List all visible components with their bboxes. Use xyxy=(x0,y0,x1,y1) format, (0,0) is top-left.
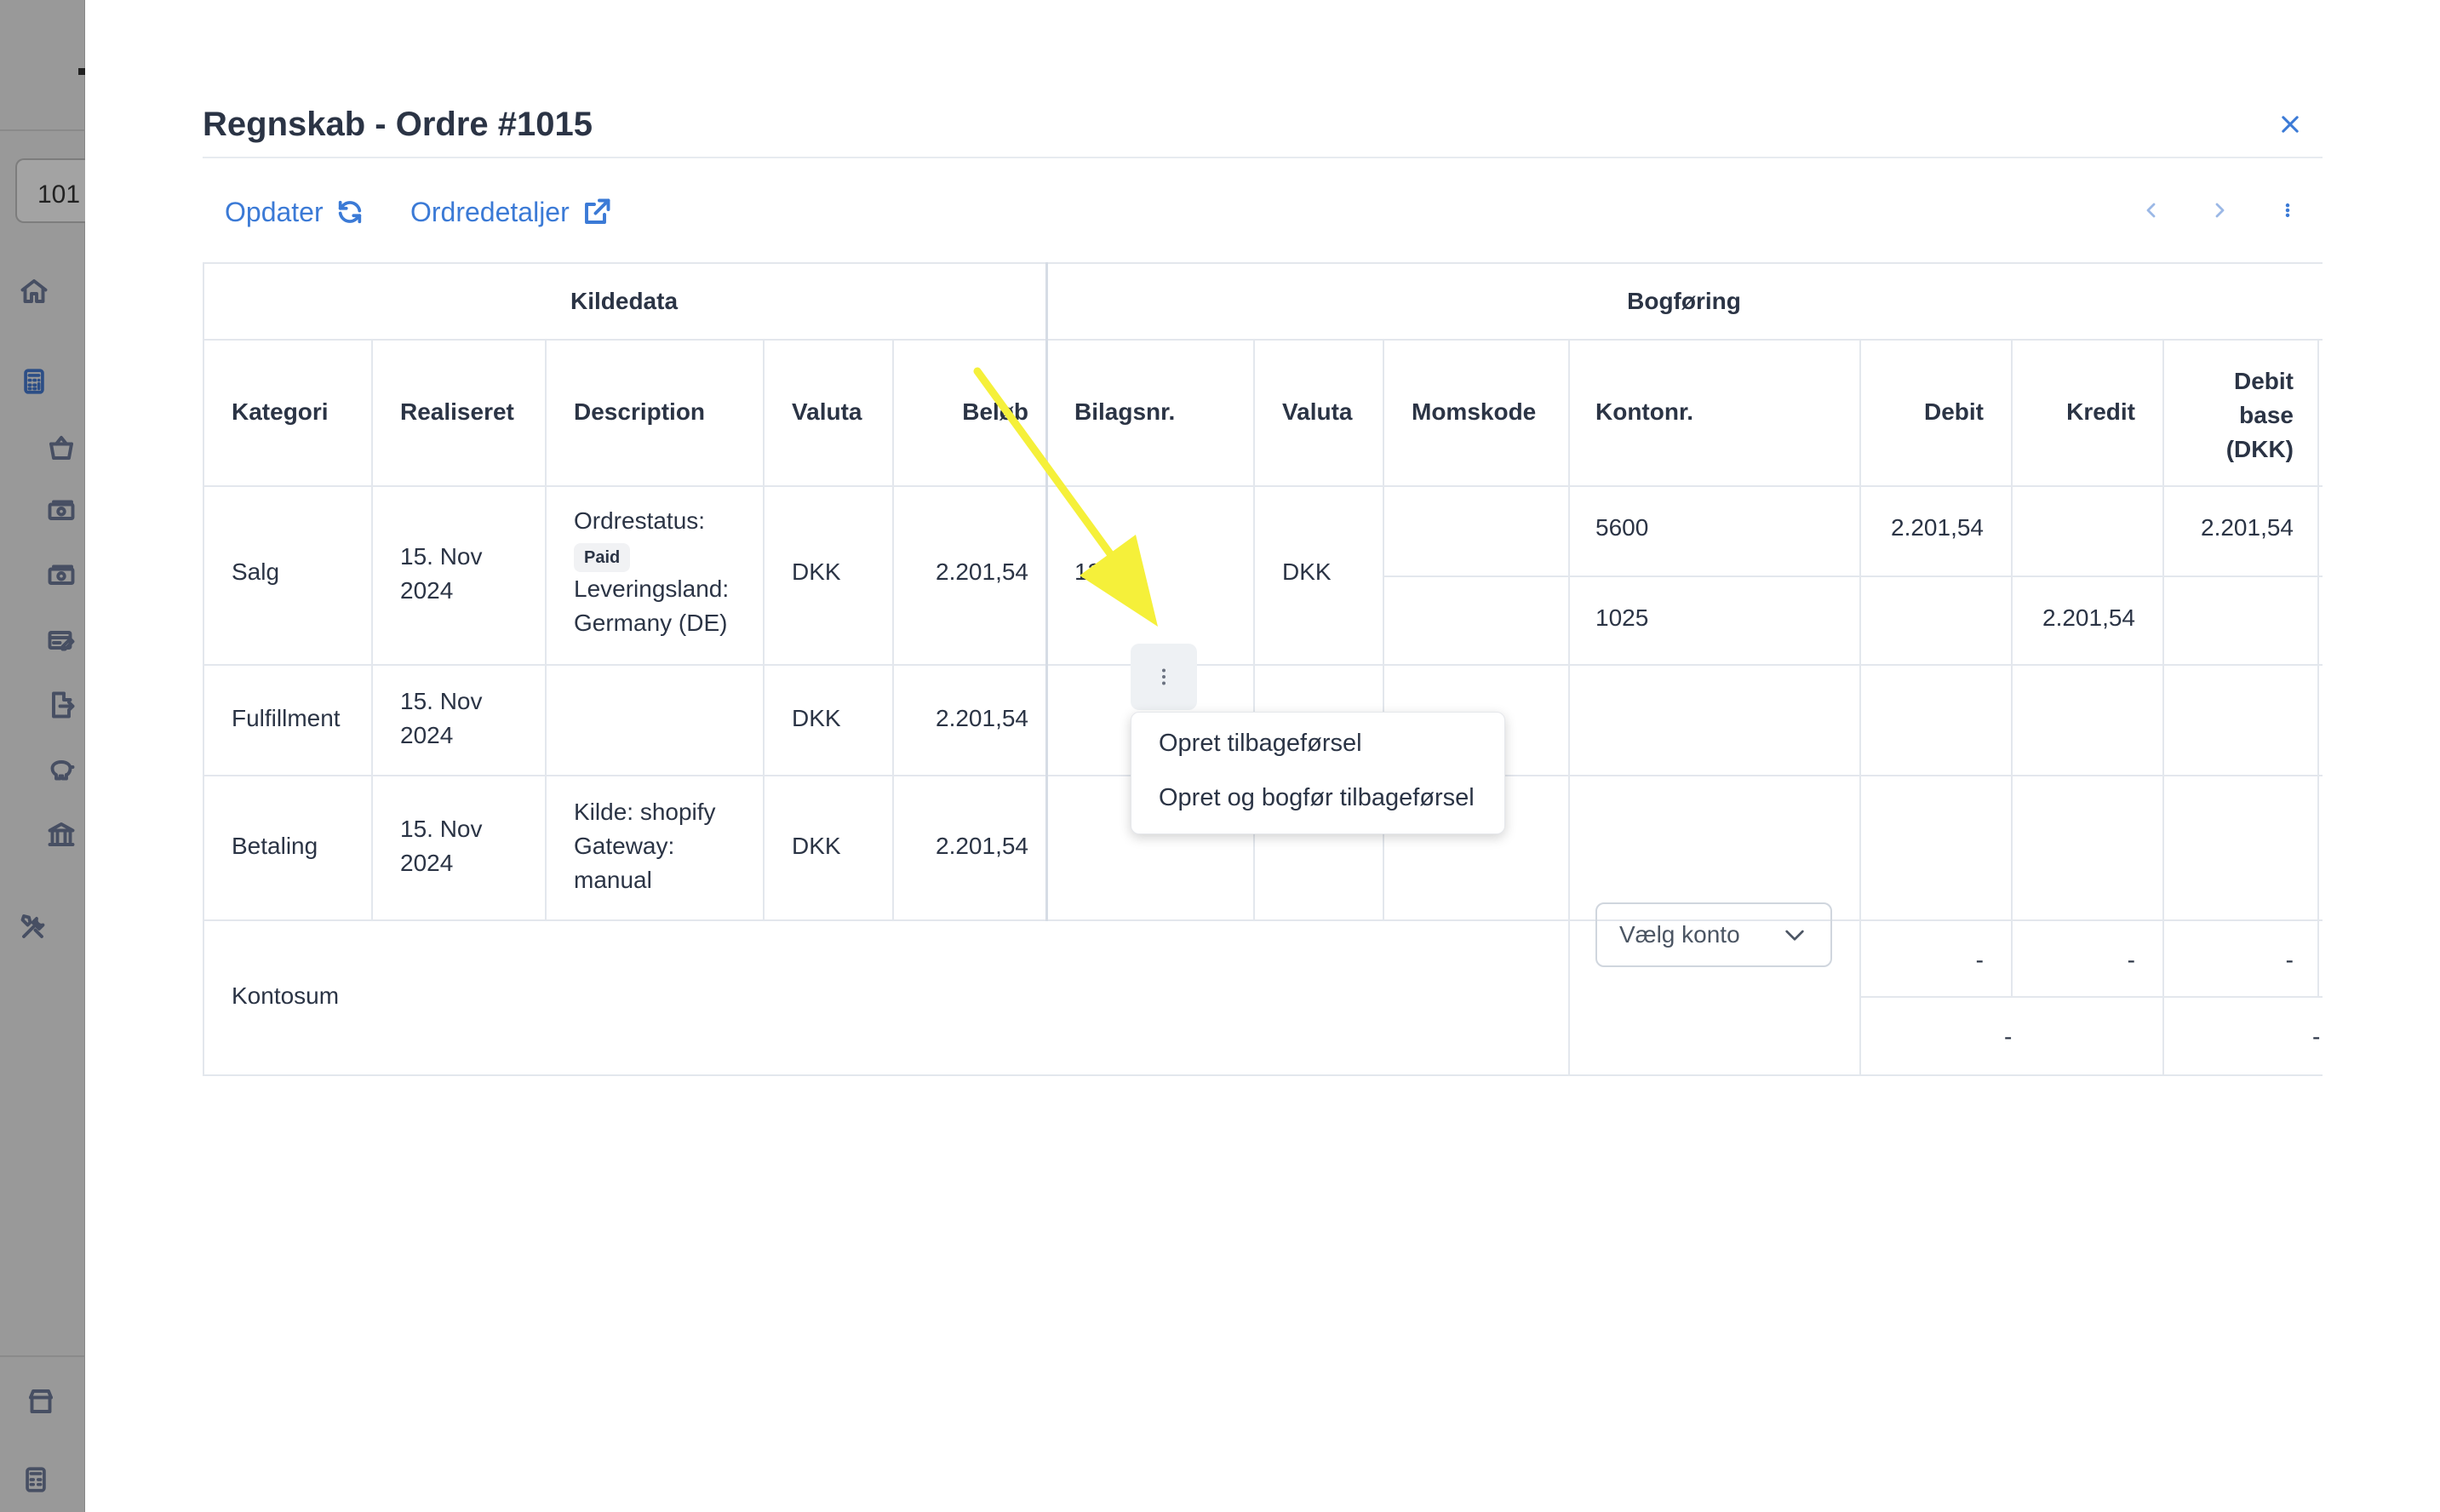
line2-kredit: 2.201,54 xyxy=(2042,604,2135,631)
footer-kredit: - xyxy=(2127,947,2135,973)
row-context-menu: Opret tilbageførsel Opret og bogfør tilb… xyxy=(1131,712,1505,834)
line2-kontonr: 1025 xyxy=(1595,604,1649,631)
footer-debit-base: - xyxy=(2285,947,2294,973)
row-salg-description: Ordrestatus: Paid Leveringsland: Germany… xyxy=(574,504,761,640)
line1-kontonr: 5600 xyxy=(1595,514,1649,541)
order-search-input[interactable]: 101 xyxy=(15,158,85,223)
col-header-kredit[interactable]: Kredit xyxy=(2011,398,2135,426)
refresh-icon xyxy=(338,200,361,224)
col-header-debit[interactable]: Debit xyxy=(1859,398,1984,426)
col-header-kontonr[interactable]: Kontonr. xyxy=(1595,398,1693,426)
external-link-icon xyxy=(584,198,610,224)
status-badge: Paid xyxy=(574,543,631,572)
order-details-link[interactable]: Ordredetaljer xyxy=(410,191,612,233)
row-salg-realiseret: 15. Nov 2024 xyxy=(400,543,483,604)
account-select-placeholder: Vælg konto xyxy=(1619,921,1740,948)
sidebar-divider xyxy=(0,1355,85,1357)
row-betaling-realiseret: 15. Nov 2024 xyxy=(400,816,483,876)
row-fulfillment-valuta: DKK xyxy=(792,705,841,731)
more-options-icon[interactable] xyxy=(2266,189,2309,232)
tools-icon[interactable] xyxy=(17,909,51,943)
col-header-kategori[interactable]: Kategori xyxy=(232,398,329,426)
card-edit-icon[interactable] xyxy=(44,623,78,657)
store-icon[interactable] xyxy=(24,1384,58,1418)
row-salg-valuta: DKK xyxy=(792,558,841,585)
footer-sum-2: - xyxy=(2312,1023,2321,1050)
row-betaling-kategori: Betaling xyxy=(232,833,318,859)
row-betaling-description: Kilde: shopify Gateway: manual xyxy=(574,799,716,893)
previous-button[interactable] xyxy=(2130,189,2173,232)
sidebar: 101 xyxy=(0,0,85,1512)
accounting-table: Kildedata Bogføring Kategori Realiseret … xyxy=(203,262,2323,1076)
group-header-posting: Bogføring xyxy=(1627,288,1741,314)
row-fulfillment-kategori: Fulfillment xyxy=(232,705,341,731)
cash-alt-icon[interactable] xyxy=(44,558,78,593)
annotation-arrow xyxy=(973,367,1158,627)
footer-debit: - xyxy=(1975,947,1984,973)
description-country: Leveringsland: Germany (DE) xyxy=(574,576,730,636)
col-header-realiseret[interactable]: Realiseret xyxy=(400,398,514,426)
footer-sum-1: - xyxy=(2004,1023,2013,1050)
sidebar-divider xyxy=(0,129,85,131)
cash-icon[interactable] xyxy=(44,494,78,528)
description-status-label: Ordrestatus: xyxy=(574,507,706,534)
refresh-label: Opdater xyxy=(225,196,324,227)
footer-label: Kontosum xyxy=(232,982,340,1009)
piggy-bank-icon[interactable] xyxy=(44,753,78,787)
line1-debit: 2.201,54 xyxy=(1891,514,1984,541)
order-details-label: Ordredetaljer xyxy=(410,196,570,227)
title-divider xyxy=(203,157,2323,158)
kebab-menu-icon xyxy=(1162,668,1166,685)
chevron-down-icon xyxy=(1785,930,1804,941)
dialog-title: Regnskab - Ordre #1015 xyxy=(203,106,593,143)
next-button[interactable] xyxy=(2198,189,2241,232)
col-header-description[interactable]: Description xyxy=(574,398,705,426)
home-icon[interactable] xyxy=(17,274,51,308)
menu-item-create-reversal[interactable]: Opret tilbageførsel xyxy=(1159,730,1362,758)
group-header-source: Kildedata xyxy=(570,288,679,314)
calculator-icon[interactable] xyxy=(17,364,51,398)
col-header-valuta[interactable]: Valuta xyxy=(792,398,862,426)
document-export-icon[interactable] xyxy=(44,688,78,722)
bank-icon[interactable] xyxy=(44,817,78,851)
line1-debit-base: 2.201,54 xyxy=(2201,514,2294,541)
row-fulfillment-beloeb: 2.201,54 xyxy=(936,705,1028,731)
row-salg-valuta-posting: DKK xyxy=(1282,558,1332,585)
col-header-momskode[interactable]: Momskode xyxy=(1412,398,1536,426)
menu-item-create-and-post-reversal[interactable]: Opret og bogfør tilbageførsel xyxy=(1159,784,1475,812)
col-header-valuta-posting[interactable]: Valuta xyxy=(1282,398,1352,426)
row-betaling-beloeb: 2.201,54 xyxy=(936,833,1028,859)
refresh-button[interactable]: Opdater xyxy=(225,191,364,233)
row-actions-button[interactable] xyxy=(1131,644,1197,710)
calculator-alt-icon[interactable] xyxy=(19,1463,53,1497)
row-salg-kategori: Salg xyxy=(232,558,280,585)
col-header-debit-base[interactable]: Debit base (DKK) xyxy=(2186,364,2294,467)
close-icon[interactable] xyxy=(2273,107,2307,141)
basket-icon[interactable] xyxy=(44,431,78,465)
logo xyxy=(78,68,85,75)
row-fulfillment-realiseret: 15. Nov 2024 xyxy=(400,688,483,748)
row-betaling-valuta: DKK xyxy=(792,833,841,859)
account-select[interactable]: Vælg konto xyxy=(1595,902,1832,967)
